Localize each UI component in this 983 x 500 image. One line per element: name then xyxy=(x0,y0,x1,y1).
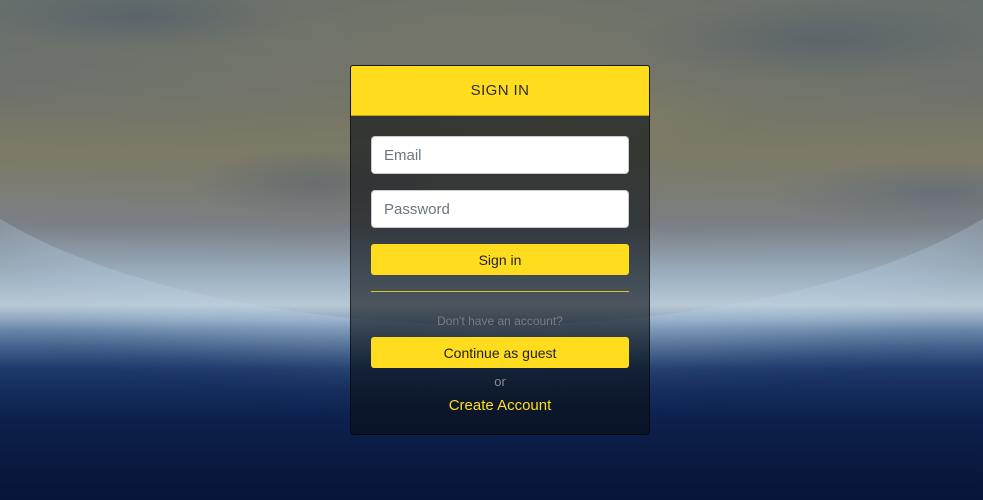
signin-button[interactable]: Sign in xyxy=(371,244,629,275)
signin-form: Sign in Don't have an account? Continue … xyxy=(351,116,649,414)
continue-as-guest-button[interactable]: Continue as guest xyxy=(371,337,629,368)
or-separator-text: or xyxy=(494,374,506,389)
password-field[interactable] xyxy=(371,190,629,228)
signin-card: SIGN IN Sign in Don't have an account? C… xyxy=(350,65,650,435)
signin-title: SIGN IN xyxy=(470,82,530,99)
divider xyxy=(371,291,629,292)
email-field[interactable] xyxy=(371,136,629,174)
signin-header: SIGN IN xyxy=(351,66,649,116)
create-account-link[interactable]: Create Account xyxy=(371,397,629,414)
no-account-text: Don't have an account? xyxy=(437,314,563,328)
